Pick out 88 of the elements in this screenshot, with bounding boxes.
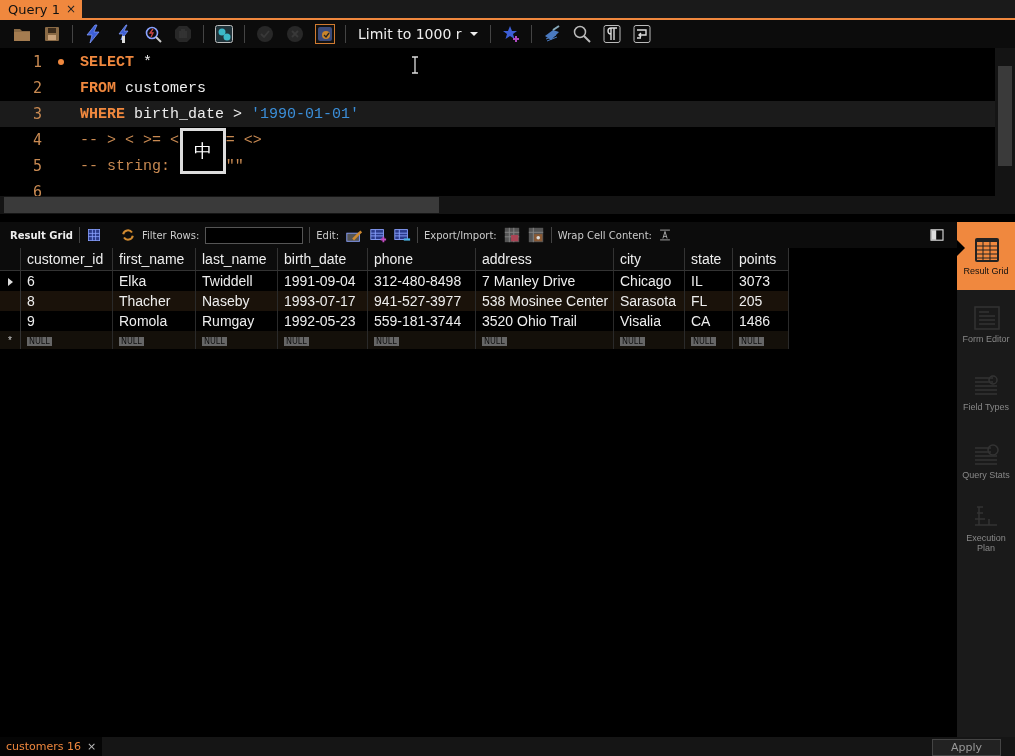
- code-line: -- string:: [80, 156, 171, 177]
- wrap-label: Wrap Cell Content:: [557, 229, 652, 241]
- tab-label: Query 1: [8, 1, 60, 17]
- edit-label: Edit:: [316, 229, 340, 241]
- output-toggle-icon[interactable]: [214, 24, 234, 44]
- magnifier-lightning-icon[interactable]: [143, 24, 163, 44]
- line-number: 4: [31, 131, 42, 149]
- apply-button[interactable]: Apply: [931, 739, 1001, 756]
- pilcrow-icon[interactable]: [602, 24, 622, 44]
- vertical-scrollbar[interactable]: [995, 48, 1015, 196]
- table-cell: 941-527-3977: [367, 291, 476, 311]
- lightning-icon[interactable]: [83, 24, 103, 44]
- side-panel-label: Result Grid: [962, 266, 1010, 276]
- row-pointer-icon: [7, 278, 13, 286]
- import-table-icon[interactable]: [526, 226, 545, 244]
- close-icon[interactable]: ×: [65, 2, 76, 16]
- column-header[interactable]: first_name: [112, 248, 196, 271]
- panel-toggle-icon[interactable]: [929, 227, 945, 243]
- code-line: SELECT *: [80, 52, 153, 73]
- line-number: 1: [31, 53, 42, 71]
- table-cell: Thacher: [112, 291, 196, 311]
- wrap-icon[interactable]: [632, 24, 652, 44]
- column-header[interactable]: phone: [367, 248, 476, 271]
- statement-dot-icon: [58, 59, 64, 65]
- new-row-marker: *: [8, 335, 12, 346]
- side-panel-tab[interactable]: Execution Plan: [957, 494, 1015, 562]
- null-badge: NULL: [691, 337, 716, 346]
- column-header[interactable]: points: [732, 248, 789, 271]
- side-panel-tab[interactable]: Query Stats: [957, 426, 1015, 494]
- column-header[interactable]: state: [684, 248, 733, 271]
- refresh-arrows-icon[interactable]: [119, 227, 136, 243]
- query-tab[interactable]: Query 1 ×: [0, 0, 82, 18]
- tab-label: customers 16: [6, 740, 82, 753]
- side-panel-tab[interactable]: Form Editor: [957, 290, 1015, 358]
- code-line: WHERE birth_date > '1990-01-01': [80, 104, 360, 125]
- column-header[interactable]: birth_date: [277, 248, 368, 271]
- column-header[interactable]: customer_id: [20, 248, 113, 271]
- column-header[interactable]: city: [613, 248, 685, 271]
- table-cell: 205: [732, 291, 789, 311]
- null-badge: NULL: [374, 337, 399, 346]
- close-icon[interactable]: ×: [87, 740, 97, 753]
- star-plus-icon[interactable]: [501, 24, 521, 44]
- table-row[interactable]: 8 Thacher Naseby 1993-07-17 941-527-3977 538 Mosinee Center Sarasota FL 205: [0, 291, 789, 311]
- side-panel-label: Query Stats: [962, 470, 1010, 480]
- caret-icon: [470, 32, 478, 36]
- result-tab[interactable]: customers 16 ×: [0, 737, 103, 756]
- result-grid-label: Result Grid: [10, 229, 73, 241]
- side-panel-label: Field Types: [962, 402, 1010, 412]
- side-panel-label: Execution Plan: [965, 533, 1007, 553]
- side-panel-label: Form Editor: [962, 334, 1010, 344]
- column-header[interactable]: last_name: [195, 248, 278, 271]
- add-row-icon[interactable]: [369, 226, 388, 244]
- table-cell: FL: [684, 291, 733, 311]
- ime-indicator: 中: [180, 128, 226, 174]
- export-label: Export/Import:: [424, 229, 497, 241]
- code-line: -- > < >= <: [80, 130, 180, 151]
- table-cell: Naseby: [195, 291, 278, 311]
- table-cell: Sarasota: [613, 291, 685, 311]
- null-badge: NULL: [620, 337, 645, 346]
- null-badge: NULL: [27, 337, 52, 346]
- horizontal-scrollbar[interactable]: [0, 196, 1015, 214]
- wrap-text-icon[interactable]: [657, 228, 672, 242]
- null-badge: NULL: [202, 337, 227, 346]
- text-cursor-icon: [410, 56, 420, 74]
- null-badge: NULL: [284, 337, 309, 346]
- column-grid-icon[interactable]: [85, 227, 102, 243]
- filter-field[interactable]: [205, 226, 304, 244]
- autocommit-icon[interactable]: [315, 24, 335, 44]
- null-badge: NULL: [119, 337, 144, 346]
- magnifier-icon[interactable]: [572, 24, 592, 44]
- code-line: = <>: [225, 130, 262, 151]
- filter-label: Filter Rows:: [141, 229, 200, 241]
- code-line: "": [225, 156, 244, 177]
- table-cell: 538 Mosinee Center: [475, 291, 614, 311]
- line-number: 2: [31, 79, 42, 97]
- code-line: FROM customers: [80, 78, 207, 99]
- column-header[interactable]: address: [475, 248, 614, 271]
- line-number: 5: [31, 157, 42, 175]
- delete-row-icon[interactable]: [393, 226, 412, 244]
- null-badge: NULL: [739, 337, 764, 346]
- limit-dropdown[interactable]: Limit to 1000 r: [354, 26, 482, 42]
- null-badge: NULL: [482, 337, 507, 346]
- table-cell: 1993-07-17: [277, 291, 368, 311]
- line-number: 3: [31, 105, 42, 123]
- export-table-icon[interactable]: [502, 226, 521, 244]
- table-cell: 8: [20, 291, 113, 311]
- side-panel-tab[interactable]: Field Types: [957, 358, 1015, 426]
- side-panel-tab[interactable]: Result Grid: [957, 222, 1015, 290]
